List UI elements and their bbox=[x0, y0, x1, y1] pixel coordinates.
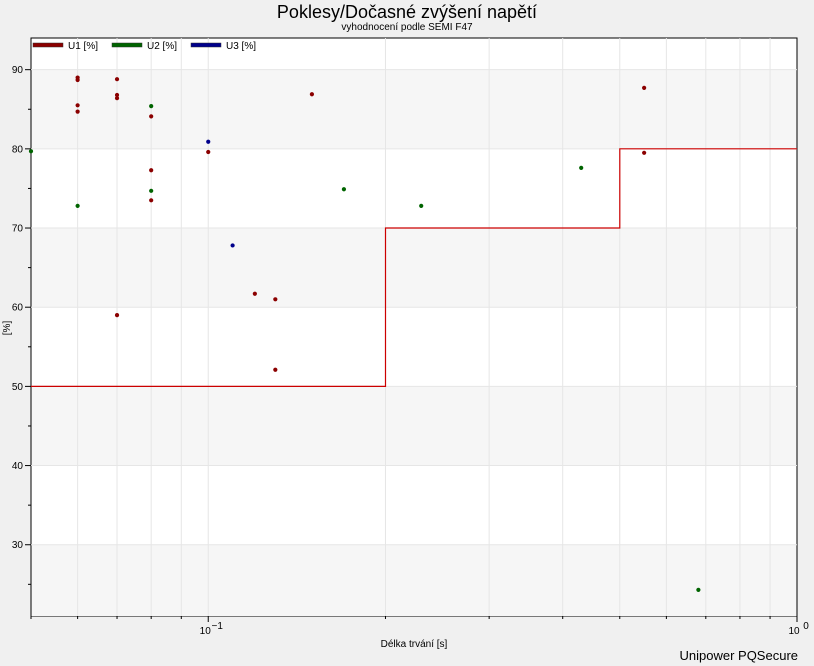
x-axis: 10 −1 10 0 bbox=[30, 616, 809, 637]
x-axis-title: Délka trvání [s] bbox=[381, 639, 448, 650]
footer-brand: Unipower PQSecure bbox=[679, 648, 799, 663]
data-point-u1 bbox=[149, 114, 154, 119]
data-point-u2 bbox=[696, 587, 701, 592]
data-point-u1 bbox=[252, 291, 257, 296]
y-tick-label: 60 bbox=[12, 303, 24, 314]
data-point-u2 bbox=[341, 187, 347, 192]
x-tick-label: 10 bbox=[788, 626, 800, 637]
legend-swatch-u3 bbox=[190, 42, 222, 48]
data-point-u2 bbox=[28, 149, 34, 154]
y-tick-label: 90 bbox=[12, 65, 24, 76]
x-tick-label-exponent: −1 bbox=[212, 621, 224, 632]
legend-label-u3: U3 [%] bbox=[226, 41, 256, 52]
data-point-u1 bbox=[309, 92, 315, 97]
x-tick-label-exponent: 0 bbox=[803, 621, 809, 632]
data-point-u2 bbox=[579, 165, 584, 170]
data-point-u1 bbox=[149, 198, 154, 203]
x-tick-label: 10 bbox=[200, 626, 212, 637]
data-point-u2 bbox=[75, 203, 80, 208]
data-point-u1 bbox=[642, 150, 647, 155]
grid-band bbox=[31, 544, 797, 616]
data-point-u3 bbox=[206, 139, 211, 144]
grid-band bbox=[31, 386, 797, 466]
data-point-u1 bbox=[273, 367, 278, 372]
y-axis-title: [%] bbox=[2, 321, 13, 336]
data-point-u1 bbox=[206, 149, 211, 155]
chart-title: Poklesy/Dočasné zvýšení napětí bbox=[276, 2, 538, 22]
legend-swatch-u1 bbox=[32, 42, 64, 48]
grid-band bbox=[31, 228, 797, 308]
legend-swatch-u2 bbox=[111, 42, 143, 48]
y-tick-label: 80 bbox=[12, 144, 24, 155]
data-point-u2 bbox=[149, 103, 154, 109]
legend-label-u2: U2 [%] bbox=[147, 41, 177, 52]
chart-subtitle: vyhodnocení podle SEMI F47 bbox=[341, 22, 473, 33]
data-point-u1 bbox=[75, 103, 80, 108]
y-axis: 30 40 50 60 70 80 90 bbox=[12, 65, 31, 585]
data-point-u1 bbox=[273, 297, 278, 302]
data-point-u2 bbox=[149, 188, 154, 193]
grid-band bbox=[31, 69, 797, 149]
data-point-u1 bbox=[114, 313, 120, 318]
chart: 30405060708090 10 −1 10 0 U1 [%] U2 [%] U3 [%… bbox=[2, 37, 809, 650]
legend-label-u1: U1 [%] bbox=[68, 41, 98, 52]
data-point-u1 bbox=[114, 77, 120, 82]
y-tick-label: 70 bbox=[12, 224, 24, 235]
y-tick-label: 30 bbox=[12, 540, 24, 551]
y-tick-label: 40 bbox=[12, 461, 24, 472]
data-point-u1 bbox=[75, 109, 80, 114]
y-tick-label: 50 bbox=[12, 382, 24, 393]
data-point-u3 bbox=[230, 243, 235, 248]
data-point-u1 bbox=[75, 77, 80, 83]
data-point-u2 bbox=[419, 203, 424, 208]
data-point-u1 bbox=[642, 85, 647, 90]
data-point-u1 bbox=[114, 96, 120, 101]
data-point-u1 bbox=[149, 168, 154, 173]
